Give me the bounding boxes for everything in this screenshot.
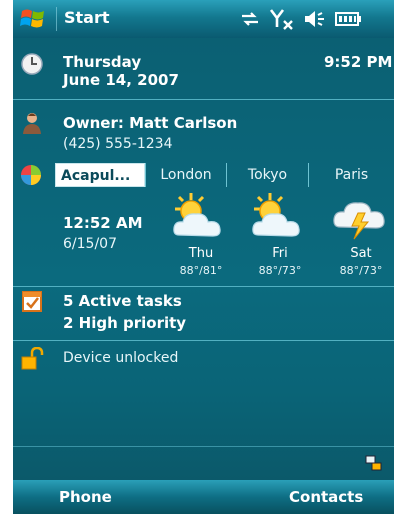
start-menu-button[interactable]: Start (64, 8, 110, 27)
phone-softkey[interactable]: Phone (59, 488, 112, 506)
owner-name: Owner: Matt Carlson (63, 114, 238, 132)
title-separator (56, 7, 57, 31)
weather-local-time: 12:52 AM (63, 214, 143, 232)
tab-london[interactable]: London (145, 163, 226, 187)
clock-icon (21, 53, 43, 75)
owner-phone: (425) 555-1234 (63, 136, 173, 152)
forecast-day-sat: Sat (350, 246, 372, 261)
contacts-softkey[interactable]: Contacts (289, 488, 363, 506)
weather-local-date: 6/15/07 (63, 236, 117, 252)
forecast-day-fri: Fri (272, 246, 288, 261)
forecast-temp-sat: 88°/73° (339, 264, 383, 277)
unlocked-padlock-icon (21, 347, 44, 370)
device-lock-row[interactable]: Device unlocked (13, 341, 394, 381)
partly-sunny-icon (252, 193, 300, 237)
network-sync-icon[interactable] (365, 454, 383, 472)
tasks-checkbox-icon (22, 291, 42, 312)
today-screen: Thursday June 14, 2007 9:52 PM Owner: Ma… (13, 38, 394, 480)
datetime-row[interactable]: Thursday June 14, 2007 9:52 PM (13, 38, 394, 94)
divider (13, 446, 394, 447)
thunderstorm-icon (333, 202, 385, 240)
battery-icon[interactable] (333, 7, 363, 31)
globe-icon (21, 165, 41, 185)
owner-person-icon (23, 113, 41, 134)
signal-off-icon[interactable] (269, 7, 295, 31)
day-of-week: Thursday (63, 53, 142, 71)
forecast-day-thu: Thu (188, 246, 214, 261)
tasks-row[interactable]: 5 Active tasks 2 High priority (13, 287, 394, 339)
forecast-temp-thu: 88°/81° (179, 264, 223, 277)
pocketpc-screen: Start Thursday June 14, 2007 9:52 PM Own… (13, 0, 394, 514)
tab-paris[interactable]: Paris (308, 163, 394, 187)
clock-time: 9:52 PM (324, 53, 393, 71)
device-lock-status: Device unlocked (63, 350, 179, 366)
forecast-temp-fri: 88°/73° (258, 264, 302, 277)
volume-icon[interactable] (303, 7, 329, 31)
title-bar: Start (13, 0, 394, 38)
tab-tokyo[interactable]: Tokyo (226, 163, 308, 187)
tab-acapulco[interactable]: Acapul... (55, 163, 145, 187)
date-text: June 14, 2007 (63, 71, 179, 89)
connectivity-icon[interactable] (239, 7, 261, 31)
tasks-high-priority: 2 High priority (63, 314, 187, 332)
softkey-bar: Phone Contacts (13, 480, 394, 514)
owner-row[interactable]: Owner: Matt Carlson (425) 555-1234 (13, 100, 394, 160)
windows-start-icon[interactable] (20, 6, 46, 32)
partly-sunny-icon (173, 193, 221, 237)
tasks-active-count: 5 Active tasks (63, 292, 182, 310)
